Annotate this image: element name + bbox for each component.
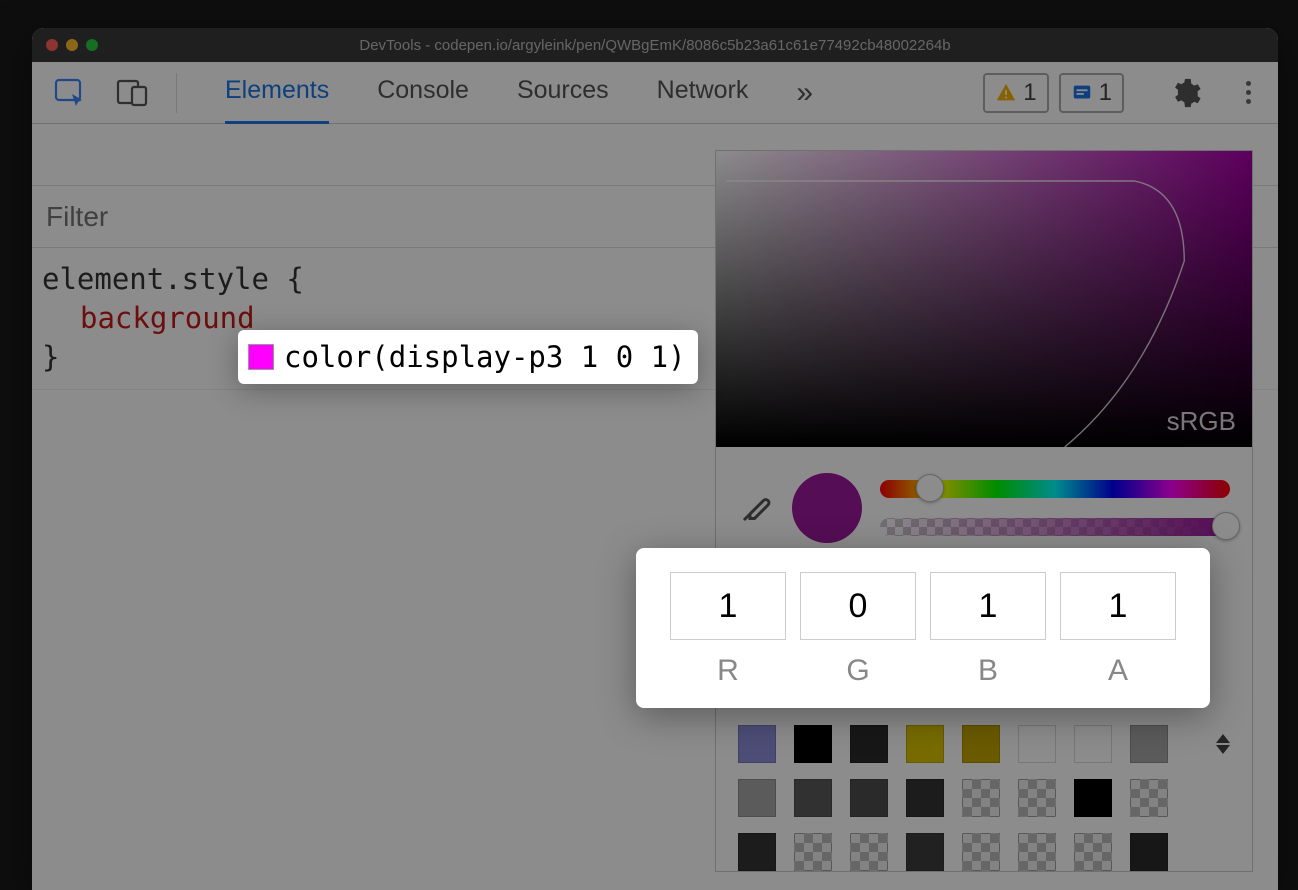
palette-swatch[interactable] — [1130, 833, 1168, 871]
palette-swatch[interactable] — [1130, 725, 1168, 763]
palette-swatch[interactable] — [850, 779, 888, 817]
tabs-overflow-button[interactable]: » — [796, 62, 813, 124]
device-toggle-icon[interactable] — [114, 74, 152, 112]
color-field[interactable]: sRGB — [716, 151, 1252, 447]
palette-swatch[interactable] — [1074, 725, 1112, 763]
palette-swatch[interactable] — [1130, 779, 1168, 817]
palette-row — [738, 779, 1230, 817]
color-palette — [716, 703, 1252, 871]
palette-swatch[interactable] — [738, 725, 776, 763]
color-channel-inputs: R G B A — [636, 548, 1210, 708]
hue-slider-thumb[interactable] — [916, 474, 944, 502]
palette-row — [738, 725, 1230, 763]
palette-swatch[interactable] — [850, 833, 888, 871]
palette-swatch[interactable] — [962, 833, 1000, 871]
warning-icon — [995, 82, 1017, 104]
zoom-window-button[interactable] — [86, 39, 98, 51]
palette-swatch[interactable] — [962, 779, 1000, 817]
palette-swatch[interactable] — [794, 779, 832, 817]
more-menu-button[interactable] — [1238, 81, 1258, 104]
inspect-element-icon[interactable] — [52, 74, 90, 112]
palette-swatch[interactable] — [1018, 779, 1056, 817]
palette-swatch[interactable] — [738, 833, 776, 871]
palette-swatch[interactable] — [794, 725, 832, 763]
eyedropper-icon[interactable] — [738, 490, 774, 526]
channel-a-label: A — [1060, 654, 1176, 688]
palette-swatch[interactable] — [962, 725, 1000, 763]
palette-swatch[interactable] — [738, 779, 776, 817]
channel-g-label: G — [800, 654, 916, 688]
css-property-name[interactable]: background — [80, 301, 255, 335]
titlebar: DevTools - codepen.io/argyleink/pen/QWBg… — [32, 28, 1278, 62]
palette-swatch[interactable] — [906, 833, 944, 871]
tab-elements[interactable]: Elements — [225, 62, 329, 124]
palette-swatch[interactable] — [1074, 779, 1112, 817]
devtools-toolbar: Elements Console Sources Network » 1 1 — [32, 62, 1278, 124]
window-controls — [46, 39, 98, 51]
settings-gear-icon[interactable] — [1168, 76, 1202, 110]
panel-tabs: Elements Console Sources Network » — [225, 62, 813, 124]
channel-r-label: R — [670, 654, 786, 688]
alpha-slider-thumb[interactable] — [1212, 512, 1240, 540]
palette-swatch[interactable] — [906, 725, 944, 763]
channel-g-input[interactable] — [800, 572, 916, 640]
current-color-swatch — [792, 473, 862, 543]
issue-icon — [1071, 82, 1093, 104]
status-badges: 1 1 — [983, 73, 1124, 113]
alpha-slider[interactable] — [880, 518, 1230, 536]
color-swatch-icon[interactable] — [248, 344, 274, 370]
channel-r-input[interactable] — [670, 572, 786, 640]
window-title: DevTools - codepen.io/argyleink/pen/QWBg… — [98, 37, 1212, 54]
tab-console[interactable]: Console — [377, 62, 469, 124]
hue-slider[interactable] — [880, 480, 1230, 498]
issues-count: 1 — [1099, 79, 1112, 107]
palette-swatch[interactable] — [794, 833, 832, 871]
palette-swatch[interactable] — [850, 725, 888, 763]
minimize-window-button[interactable] — [66, 39, 78, 51]
channel-a-input[interactable] — [1060, 572, 1176, 640]
palette-row — [738, 833, 1230, 871]
palette-stepper[interactable] — [1216, 734, 1230, 754]
tab-sources[interactable]: Sources — [517, 62, 609, 124]
channel-b-input[interactable] — [930, 572, 1046, 640]
gamut-boundary-line — [716, 151, 1252, 447]
color-value-text[interactable]: color(display-p3 1 0 1) — [284, 340, 686, 374]
gamut-label: sRGB — [1167, 406, 1236, 437]
channel-b-label: B — [930, 654, 1046, 688]
warnings-badge[interactable]: 1 — [983, 73, 1048, 113]
tab-network[interactable]: Network — [657, 62, 749, 124]
close-window-button[interactable] — [46, 39, 58, 51]
color-picker-panel: sRGB — [715, 150, 1253, 872]
palette-swatch[interactable] — [1018, 725, 1056, 763]
palette-swatch[interactable] — [906, 779, 944, 817]
warnings-count: 1 — [1023, 79, 1036, 107]
palette-swatch[interactable] — [1074, 833, 1112, 871]
issues-badge[interactable]: 1 — [1059, 73, 1124, 113]
palette-swatch[interactable] — [1018, 833, 1056, 871]
color-value-editor[interactable]: color(display-p3 1 0 1) — [238, 330, 698, 384]
